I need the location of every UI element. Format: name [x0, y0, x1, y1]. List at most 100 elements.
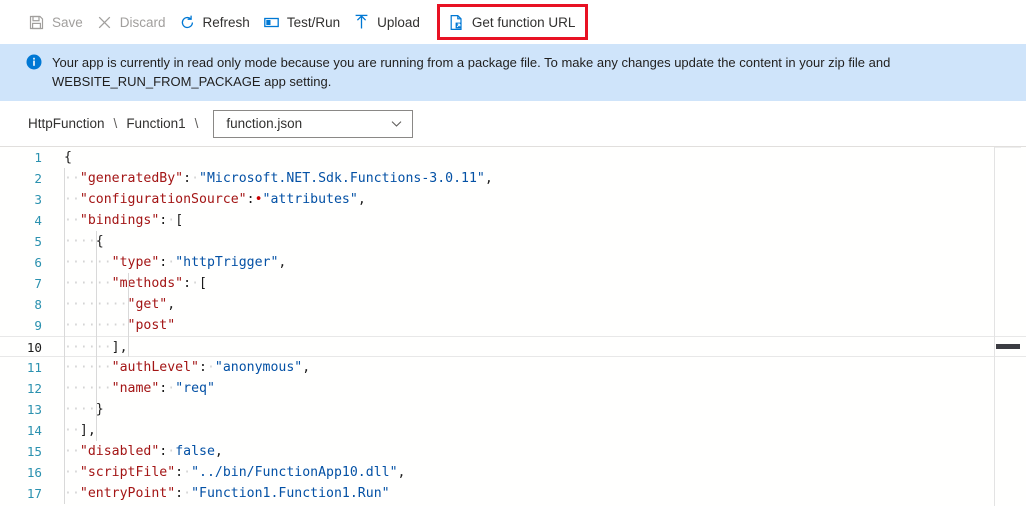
code-token: "entryPoint": [79, 486, 176, 501]
code-token: [: [175, 213, 184, 228]
line-number: 16: [26, 465, 42, 480]
code-token: ··: [64, 465, 80, 480]
editor-line[interactable]: 4 ··"bindings":·[: [0, 210, 1026, 231]
toolbar-button-refresh[interactable]: Refresh: [177, 6, 261, 38]
editor-line[interactable]: 11 ······"authLevel":·"anonymous",: [0, 357, 1026, 378]
code-token: ,: [278, 255, 287, 270]
code-token: ·: [191, 276, 200, 291]
editor-line[interactable]: 6 ······"type":·"httpTrigger",: [0, 252, 1026, 273]
toolbar-button-label: Upload: [377, 14, 420, 30]
code-token: ·: [167, 381, 176, 396]
toolbar-button-get-function-url[interactable]: Get function URL: [436, 4, 589, 40]
line-content[interactable]: ······],: [54, 337, 1026, 356]
editor-line[interactable]: 1{: [0, 147, 1026, 168]
line-number: 9: [34, 318, 42, 333]
editor-line[interactable]: 15 ··"disabled":·false,: [0, 441, 1026, 462]
line-content[interactable]: ····}: [54, 399, 1026, 420]
editor-line[interactable]: 10 ······],: [0, 336, 1026, 357]
line-content[interactable]: ······"methods":·[: [54, 273, 1026, 294]
file-select-dropdown[interactable]: function.json: [213, 109, 414, 138]
toolbar-button-discard: Discard: [94, 6, 177, 38]
info-icon: [26, 54, 42, 70]
line-number: 12: [26, 381, 42, 396]
code-token: ,: [302, 360, 311, 375]
code-editor[interactable]: 1{2 ··"generatedBy":·"Microsoft.NET.Sdk.F…: [0, 147, 1026, 506]
line-number: 4: [34, 213, 42, 228]
line-content[interactable]: {: [54, 147, 1026, 168]
code-token: ·: [167, 213, 176, 228]
line-content[interactable]: ······"type":·"httpTrigger",: [54, 252, 1026, 273]
line-content[interactable]: ··"generatedBy":·"Microsoft.NET.Sdk.Func…: [54, 168, 1026, 189]
editor-line[interactable]: 12 ······"name":·"req": [0, 378, 1026, 399]
code-token: "generatedBy": [79, 171, 184, 186]
get-function-url-icon: [448, 14, 465, 31]
save-icon: [28, 14, 45, 31]
code-token: ·: [183, 486, 192, 501]
code-token: ··: [64, 192, 80, 207]
discard-x-icon: [96, 14, 113, 31]
code-token: "anonymous": [214, 360, 303, 375]
line-content[interactable]: ······"name":·"req": [54, 378, 1026, 399]
indent-guide: [128, 273, 129, 357]
code-token: ,: [119, 340, 128, 355]
breadcrumb-item-function1[interactable]: Function1: [126, 116, 185, 131]
code-token: ··: [64, 213, 80, 228]
line-content[interactable]: ····{: [54, 231, 1026, 252]
editor-line[interactable]: 16 ··"scriptFile":·"../bin/FunctionApp10.…: [0, 462, 1026, 483]
code-token: ··: [64, 423, 80, 438]
toolbar-button-upload[interactable]: Upload: [351, 6, 431, 38]
line-number: 8: [34, 297, 42, 312]
editor-line[interactable]: 8 ········"get",: [0, 294, 1026, 315]
code-token: ··: [64, 486, 80, 501]
editor-line[interactable]: 13 ····}: [0, 399, 1026, 420]
line-number: 17: [26, 486, 42, 501]
code-token: "bindings": [79, 213, 160, 228]
editor-line[interactable]: 9 ········"post": [0, 315, 1026, 336]
code-token: ,: [87, 423, 96, 438]
editor-line[interactable]: 14 ··],: [0, 420, 1026, 441]
line-content[interactable]: ··"bindings":·[: [54, 210, 1026, 231]
line-content[interactable]: ······"authLevel":·"anonymous",: [54, 357, 1026, 378]
refresh-icon: [179, 14, 196, 31]
code-token: ·: [206, 360, 215, 375]
editor-line[interactable]: 7 ······"methods":·[: [0, 273, 1026, 294]
editor-line[interactable]: 5 ····{: [0, 231, 1026, 252]
code-token: "Function1.Function1.Run": [191, 486, 390, 501]
code-token: ··: [95, 276, 112, 291]
editor-lines[interactable]: 1{2 ··"generatedBy":·"Microsoft.NET.Sdk.F…: [0, 147, 1026, 506]
overview-ruler-cursor-mark[interactable]: [996, 344, 1020, 349]
toolbar-button-test-run[interactable]: Test/Run: [261, 6, 351, 38]
code-token: :: [199, 360, 207, 375]
code-token: :: [246, 192, 255, 207]
editor-line[interactable]: 3 ··"configurationSource":•"attributes",: [0, 189, 1026, 210]
line-content[interactable]: ··],: [54, 420, 1026, 441]
code-token: "post": [127, 318, 176, 333]
code-token: "type": [111, 255, 160, 270]
code-token: ]: [79, 423, 88, 438]
editor-line[interactable]: 17 ··"entryPoint":·"Function1.Function1.R…: [0, 483, 1026, 504]
code-token: ····: [95, 318, 128, 333]
code-token: "../bin/FunctionApp10.dll": [191, 465, 398, 480]
overview-ruler-divider: [994, 147, 995, 506]
code-token: :: [175, 486, 184, 501]
line-content[interactable]: ··"configurationSource":•"attributes",: [54, 189, 1026, 210]
file-select-value: function.json: [226, 116, 303, 131]
indent-guide: [64, 168, 65, 504]
toolbar-button-label: Refresh: [202, 14, 250, 30]
code-token: ····: [64, 255, 96, 270]
line-content[interactable]: ········"post": [54, 315, 1026, 336]
code-token: ····: [64, 297, 96, 312]
line-content[interactable]: ··"entryPoint":·"Function1.Function1.Run…: [54, 483, 1026, 504]
breadcrumb-item-httpfunction[interactable]: HttpFunction: [28, 116, 105, 131]
line-content[interactable]: ··"scriptFile":·"../bin/FunctionApp10.dl…: [54, 462, 1026, 483]
line-number: 1: [34, 150, 42, 165]
editor-line[interactable]: 2 ··"generatedBy":·"Microsoft.NET.Sdk.Fun…: [0, 168, 1026, 189]
code-token: ,: [484, 171, 493, 186]
breadcrumb-separator: \: [113, 116, 118, 131]
chevron-down-icon: [390, 117, 403, 130]
code-token: "name": [111, 381, 160, 396]
line-content[interactable]: ········"get",: [54, 294, 1026, 315]
code-token: ·: [167, 255, 176, 270]
code-token: :: [183, 276, 192, 291]
line-content[interactable]: ··"disabled":·false,: [54, 441, 1026, 462]
